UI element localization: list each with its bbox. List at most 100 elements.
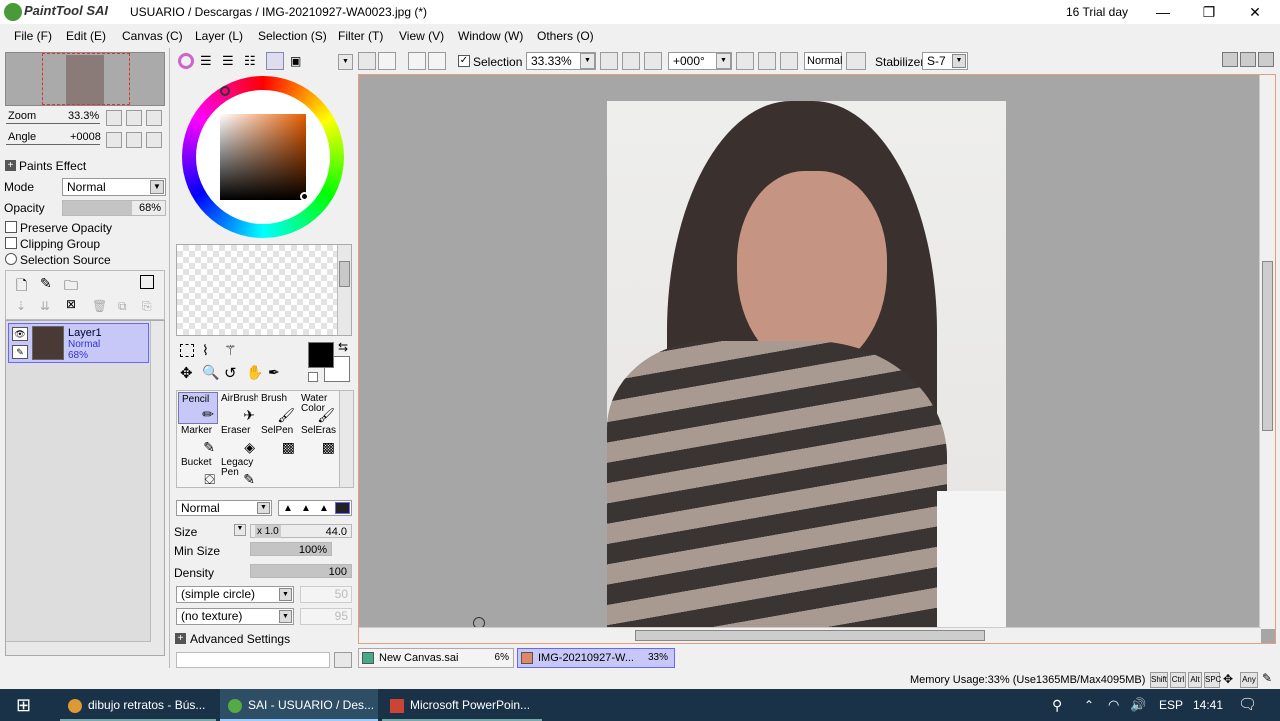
wifi-icon[interactable]: ◠: [1108, 689, 1119, 721]
tool-legacy-pen[interactable]: Legacy Pen ✎: [218, 456, 258, 488]
canvas-image[interactable]: [607, 101, 1006, 627]
layer-list-scrollbar[interactable]: [150, 321, 164, 655]
menu-canvas[interactable]: Canvas (C): [122, 29, 183, 43]
sv-marker[interactable]: [300, 192, 309, 201]
clock[interactable]: 14:41: [1193, 689, 1223, 721]
brush-shape-medium-icon[interactable]: ▲: [301, 503, 311, 514]
brush-shape-select[interactable]: (simple circle) ▼: [176, 586, 294, 603]
rotate-reset-button[interactable]: [780, 52, 798, 70]
chevron-up-icon[interactable]: ⌃: [1084, 689, 1094, 721]
angle-dropdown-button[interactable]: ▼: [716, 53, 731, 69]
layer-mask-icon[interactable]: [140, 275, 154, 289]
nav-rotate-reset-button[interactable]: [146, 132, 162, 148]
texture-strength[interactable]: 95: [300, 608, 352, 625]
people-icon[interactable]: ⚲: [1052, 689, 1062, 721]
gradient-tab-icon[interactable]: ☷: [244, 53, 256, 69]
move-icon[interactable]: ✥: [180, 364, 193, 382]
tool-grid-scrollbar[interactable]: [339, 391, 353, 487]
canvas-tab-active[interactable]: IMG-20210927-W... 33%: [517, 648, 675, 668]
swatches-tab-icon[interactable]: [266, 52, 284, 70]
new-linework-layer-icon[interactable]: ✎: [40, 275, 52, 292]
clipping-group-checkbox[interactable]: [5, 237, 17, 249]
brush-shape-hard-icon[interactable]: ▲: [319, 503, 329, 514]
transparent-color-icon[interactable]: [308, 372, 318, 382]
close-button[interactable]: ✕: [1232, 0, 1278, 24]
menu-filter[interactable]: Filter (T): [338, 29, 383, 43]
stabilizer-select[interactable]: S-7 ▼: [922, 52, 968, 70]
min-size-slider[interactable]: 100%: [250, 542, 332, 556]
brush-size-presets[interactable]: [176, 652, 330, 668]
primary-color-swatch[interactable]: [308, 342, 334, 368]
swap-colors-icon[interactable]: ⇆: [338, 340, 348, 354]
tool-bucket[interactable]: Bucket ⛋: [178, 456, 218, 488]
canvas-hscroll-thumb[interactable]: [635, 630, 985, 641]
brush-lock-icon[interactable]: ✎: [12, 345, 28, 359]
size-mult-dropdown[interactable]: ▼: [234, 524, 246, 536]
nav-zoom-reset-button[interactable]: [146, 110, 162, 126]
language-indicator[interactable]: ESP: [1159, 689, 1183, 721]
brush-shape-soft-icon[interactable]: ▲: [283, 503, 293, 514]
zoom-out-button[interactable]: [600, 52, 618, 70]
rotate-right-button[interactable]: [758, 52, 776, 70]
lasso-icon[interactable]: ⌇: [202, 342, 209, 359]
nav-rotate-left-button[interactable]: [106, 132, 122, 148]
notification-icon[interactable]: 🗨: [1238, 689, 1257, 721]
eye-icon[interactable]: 👁: [12, 327, 28, 341]
taskbar-item-sai[interactable]: SAI - USUARIO / Des...: [220, 689, 378, 721]
navigator-viewport[interactable]: [42, 53, 130, 105]
nav-zoom-slider[interactable]: [6, 123, 100, 124]
taskbar-item-powerpoint[interactable]: Microsoft PowerPoin...: [382, 689, 542, 721]
tool-brush[interactable]: Brush 🖌: [258, 392, 298, 424]
selection-source-radio[interactable]: [5, 253, 17, 265]
plus-icon[interactable]: +: [5, 160, 16, 171]
hand-icon[interactable]: ✋: [246, 364, 263, 381]
preserve-opacity-checkbox[interactable]: [5, 221, 17, 233]
rotate-tool-icon[interactable]: ↺: [224, 364, 237, 382]
merge-down-icon[interactable]: ⇊: [40, 299, 50, 313]
flip-horizontal-button[interactable]: [846, 52, 866, 70]
nav-rotate-right-button[interactable]: [126, 132, 142, 148]
menu-edit[interactable]: Edit (E): [66, 29, 106, 43]
scratchpad-menu-button[interactable]: ▼: [338, 54, 353, 70]
scratchpad-scrollbar[interactable]: [337, 245, 351, 335]
layer-list-hscrollbar[interactable]: [6, 641, 151, 655]
tool-watercolor[interactable]: Water Color 🖌: [298, 392, 338, 424]
volume-icon[interactable]: 🔊: [1130, 689, 1146, 721]
invert-selection-button[interactable]: [428, 52, 446, 70]
view-mode-select[interactable]: Normal: [804, 52, 842, 70]
hsv-slider-tab-icon[interactable]: ☰: [222, 53, 234, 69]
canvas-vscroll-thumb[interactable]: [1262, 261, 1273, 431]
plus-icon[interactable]: +: [175, 633, 186, 644]
menu-window[interactable]: Window (W): [458, 29, 523, 43]
tool-airbrush[interactable]: AirBrush ✈: [218, 392, 258, 424]
rgb-slider-tab-icon[interactable]: ☰: [200, 53, 212, 69]
folder-icon[interactable]: 🗀: [64, 275, 78, 299]
taskbar-item-chrome[interactable]: dibujo retratos - Bús...: [60, 689, 216, 721]
magic-wand-icon[interactable]: ⚚: [224, 342, 237, 359]
new-layer-icon[interactable]: 🗋: [16, 275, 27, 299]
merge-selection-icon[interactable]: ⧉: [118, 299, 127, 314]
selection-checkbox[interactable]: ✓: [458, 55, 470, 67]
color-wheel[interactable]: [182, 76, 344, 238]
navigator-preview[interactable]: [5, 52, 165, 106]
tool-seleras[interactable]: SelEras ▩: [298, 424, 338, 456]
tool-eraser[interactable]: Eraser ◈: [218, 424, 258, 456]
density-slider[interactable]: 100: [250, 564, 352, 578]
saturation-value-square[interactable]: [220, 114, 306, 200]
tool-pencil[interactable]: Pencil ✏: [178, 392, 218, 424]
transfer-down-icon[interactable]: ⇣: [16, 299, 26, 313]
redo-button[interactable]: [378, 52, 396, 70]
rotate-left-button[interactable]: [736, 52, 754, 70]
tool-selpen[interactable]: SelPen ▩: [258, 424, 298, 456]
texture-select[interactable]: (no texture) ▼: [176, 608, 294, 625]
brush-shape-presets[interactable]: ▲ ▲ ▲: [278, 500, 352, 516]
menu-layer[interactable]: Layer (L): [195, 29, 243, 43]
zoom-dropdown-button[interactable]: ▼: [580, 53, 595, 69]
hue-marker[interactable]: [220, 86, 230, 96]
advanced-settings-label[interactable]: Advanced Settings: [190, 632, 290, 646]
zoom-in-button[interactable]: [622, 52, 640, 70]
menu-view[interactable]: View (V): [399, 29, 444, 43]
nav-zoom-in-button[interactable]: [126, 110, 142, 126]
restore-button[interactable]: ❐: [1186, 0, 1232, 24]
scratchpad-tab-icon[interactable]: ▣: [290, 54, 301, 68]
